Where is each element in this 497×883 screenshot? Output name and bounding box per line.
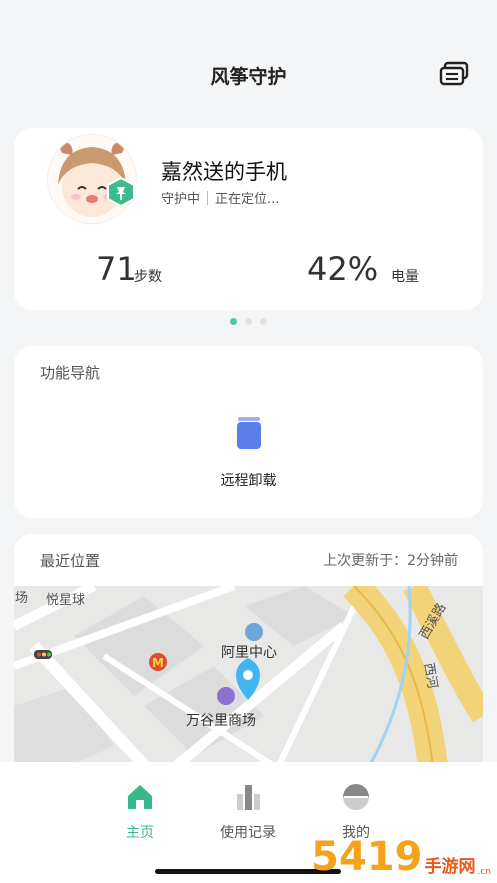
remote-uninstall-button[interactable]: 远程卸载 — [14, 470, 483, 490]
profile-icon — [343, 784, 369, 810]
pager-dots — [0, 318, 497, 325]
pager-dot[interactable] — [245, 318, 252, 325]
guard-status: 守护中 — [161, 192, 201, 207]
feature-nav-card: 功能导航 远程卸载 — [14, 346, 483, 518]
location-map[interactable]: M 悦星球 场 阿里中心 万谷里商场 西溪路 西河 — [14, 586, 483, 774]
steps-value: 71 — [96, 250, 137, 288]
map-label-poi-3: 万谷里商场 — [186, 713, 256, 729]
tab-home[interactable]: 主页 — [100, 782, 180, 842]
recent-location-card: 最近位置 上次更新于：2分钟前 M 悦星球 场 阿里中心 万谷里商场 西溪路 西… — [14, 534, 483, 774]
pager-dot[interactable] — [230, 318, 237, 325]
tab-usage-records[interactable]: 使用记录 — [208, 782, 288, 842]
map-canvas: M — [14, 586, 483, 774]
watermark-digits: 5419 — [311, 834, 423, 880]
svg-text:M: M — [152, 656, 164, 670]
device-card[interactable]: 嘉然送的手机 守护中 正在定位... 71 步数 42% 电量 — [14, 128, 483, 310]
status-row: 守护中 正在定位... — [161, 188, 279, 207]
usage-records-icon — [237, 785, 260, 810]
steps-unit: 步数 — [134, 269, 162, 285]
tab-profile[interactable]: 我的 — [316, 782, 396, 842]
pin-shield-icon — [107, 177, 135, 207]
pager-dot[interactable] — [260, 318, 267, 325]
map-label-road-2: 场 — [15, 591, 29, 606]
map-label-poi-1: 悦星球 — [46, 593, 86, 608]
battery-value: 42% — [307, 250, 379, 288]
location-status: 正在定位... — [215, 192, 280, 207]
recent-location-title: 最近位置 — [40, 552, 101, 570]
watermark-domain: .cn — [477, 867, 491, 877]
last-updated-text: 上次更新于：2分钟前 — [323, 553, 458, 569]
messages-icon[interactable] — [439, 60, 469, 88]
device-name: 嘉然送的手机 — [161, 160, 287, 184]
trash-icon[interactable] — [235, 416, 263, 450]
map-label-poi-2: 阿里中心 — [221, 645, 277, 661]
battery-unit: 电量 — [391, 269, 419, 285]
watermark-text: 手游网 — [424, 857, 476, 877]
page-title: 风筝守护 — [210, 66, 287, 88]
feature-nav-title: 功能导航 — [40, 364, 101, 382]
watermark-logo: 5419 手游网 .cn — [311, 837, 491, 877]
tab-home-label: 主页 — [126, 825, 154, 841]
status-divider — [207, 190, 209, 205]
tab-usage-records-label: 使用记录 — [220, 825, 276, 841]
home-icon — [128, 785, 152, 809]
app-header: 风筝守护 — [0, 0, 497, 120]
